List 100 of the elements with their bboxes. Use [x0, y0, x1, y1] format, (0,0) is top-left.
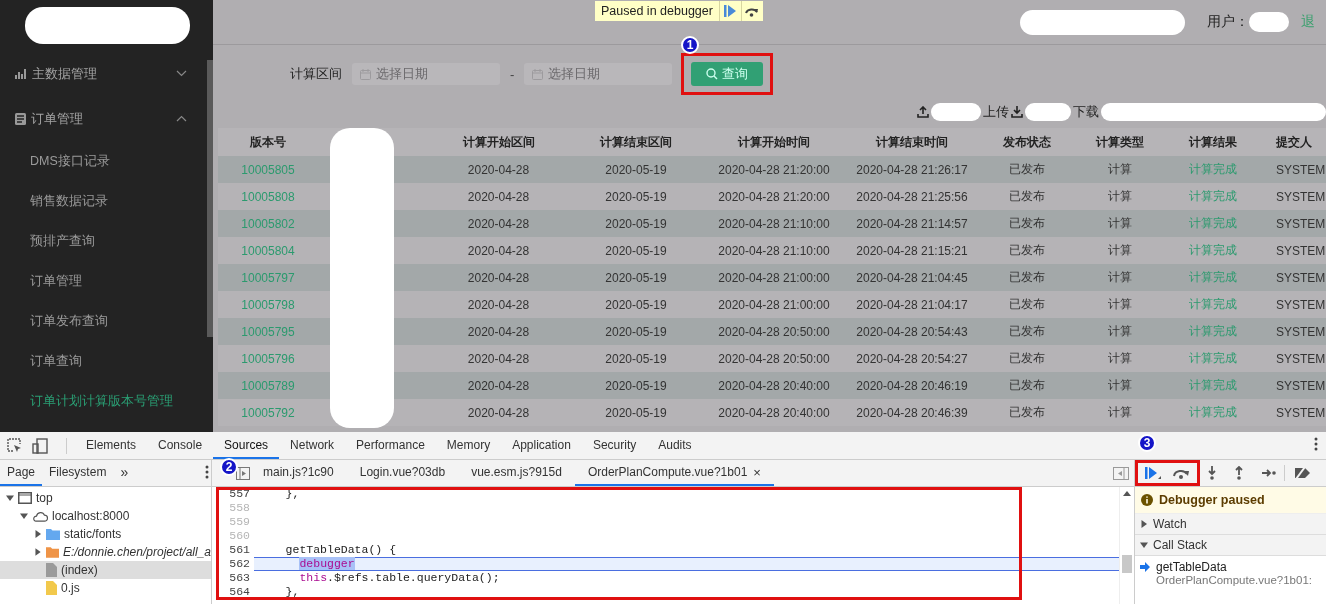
download-link[interactable]: 下载	[1073, 103, 1099, 121]
table-cell: 2020-04-28 21:10:00	[705, 237, 843, 264]
menu-item[interactable]: 销售数据记录	[0, 181, 207, 221]
table-cell: 2020-05-19	[567, 183, 705, 210]
scroll-up-icon[interactable]	[1123, 491, 1131, 496]
user-label: 用户：	[1206, 13, 1249, 31]
file-tab[interactable]: OrderPlanCompute.vue?1b01 ×	[574, 460, 774, 486]
menu-item[interactable]: 订单查询	[0, 341, 207, 381]
menu-item[interactable]: 预排产查询	[0, 221, 207, 261]
tree-item[interactable]: top	[0, 489, 211, 507]
upload-icon[interactable]	[917, 106, 929, 118]
panel-tab[interactable]: Network	[279, 432, 346, 459]
upload-link[interactable]: 上传	[983, 103, 1009, 121]
more-tabs-button[interactable]: »	[113, 460, 136, 486]
navigator-tab[interactable]: Page	[0, 460, 43, 486]
section-header[interactable]: Call Stack	[1135, 535, 1326, 556]
table-cell: 2020-04-28	[430, 345, 567, 372]
step-into-icon[interactable]	[1208, 466, 1216, 480]
panel-tab[interactable]: Memory	[435, 432, 502, 459]
column-header: 计算开始时间	[705, 128, 843, 156]
panel-tab[interactable]: Performance	[345, 432, 436, 459]
expanded-arrow-icon[interactable]	[20, 512, 28, 520]
table-cell: SYSTEM	[1259, 210, 1326, 237]
table-cell: 2020-04-28 21:14:57	[843, 210, 981, 237]
table-cell: 2020-04-28 20:50:00	[705, 318, 843, 345]
panel-tab[interactable]: Audits	[647, 432, 703, 459]
line-number: 559	[228, 515, 251, 529]
menu-item[interactable]: 订单计划计算版本号管理	[0, 381, 207, 421]
inspect-icon[interactable]	[7, 438, 22, 453]
range-separator: -	[510, 66, 515, 82]
collapsed-arrow-icon[interactable]	[1140, 520, 1148, 528]
call-frame[interactable]: getTableData OrderPlanCompute.vue?1b01:	[1135, 556, 1326, 586]
file-tab[interactable]: vue.esm.js?915d	[458, 460, 575, 486]
column-header: 计算开始区间	[430, 128, 567, 156]
column-header: 版本号	[218, 128, 318, 156]
table-cell: 2020-04-28	[430, 318, 567, 345]
menu-item[interactable]: 订单管理	[0, 261, 207, 301]
status-text: 计算完成	[1167, 237, 1259, 264]
panel-tab[interactable]: Elements	[75, 432, 148, 459]
table-cell: 2020-05-19	[567, 264, 705, 291]
table-cell: 2020-04-28 20:40:00	[705, 399, 843, 426]
table-cell: 2020-04-28 21:20:00	[705, 183, 843, 210]
table-cell: SYSTEM	[1259, 291, 1326, 318]
table-cell: 计算	[1073, 264, 1167, 291]
navigator-tab[interactable]: Filesystem	[42, 460, 114, 486]
panel-tab[interactable]: Application	[501, 432, 582, 459]
device-toolbar-icon[interactable]	[32, 437, 48, 454]
table-cell: 计算	[1073, 318, 1167, 345]
file-tab[interactable]: main.js?1c90	[250, 460, 347, 486]
panel-tab[interactable]: Security	[581, 432, 648, 459]
column-header: 计算结束时间	[843, 128, 981, 156]
tree-item[interactable]: localhost:8000	[0, 507, 211, 525]
sidebar-toggle-icon[interactable]	[1113, 466, 1129, 480]
frame-icon	[18, 492, 32, 504]
table-cell: 计算	[1073, 237, 1167, 264]
table-cell: 2020-04-28 20:46:39	[843, 399, 981, 426]
table-cell: 2020-04-28 21:26:17	[843, 156, 981, 183]
resume-icon[interactable]	[1144, 466, 1161, 480]
navigator-toggle-icon[interactable]	[236, 466, 250, 480]
line-number: 564	[228, 585, 251, 599]
folder-icon	[45, 546, 59, 558]
expanded-arrow-icon[interactable]	[1140, 541, 1148, 549]
cloud-icon	[32, 510, 48, 522]
table-cell: 2020-05-19	[567, 345, 705, 372]
menu-item[interactable]: 订单发布查询	[0, 301, 207, 341]
table-cell: 2020-04-28	[430, 264, 567, 291]
table-cell: 2020-04-28 21:10:00	[705, 210, 843, 237]
close-icon[interactable]: ×	[753, 464, 761, 480]
section-header[interactable]: Watch	[1135, 514, 1326, 535]
tree-item[interactable]: static/fonts	[0, 525, 211, 543]
collapsed-arrow-icon[interactable]	[34, 548, 42, 556]
deactivate-breakpoints-icon[interactable]	[1293, 467, 1311, 479]
tree-item[interactable]: (index)	[0, 561, 211, 579]
table-cell: SYSTEM	[1259, 183, 1326, 210]
menu-group[interactable]: 订单管理	[0, 96, 207, 141]
scrollbar-thumb[interactable]	[1122, 555, 1132, 573]
tree-item[interactable]: 0.js	[0, 579, 211, 597]
line-number: 562	[228, 557, 251, 571]
step-out-icon[interactable]	[1235, 466, 1243, 480]
panel-tab[interactable]: Console	[147, 432, 214, 459]
menu-item[interactable]: DMS接口记录	[0, 141, 207, 181]
chevron-down-icon	[176, 70, 187, 77]
tree-item[interactable]: E:/donnie.chen/project/all_a	[0, 543, 211, 561]
table-cell: 计算	[1073, 372, 1167, 399]
table-cell: 已发布	[981, 291, 1073, 318]
redaction-mark	[1025, 103, 1071, 121]
table-cell: SYSTEM	[1259, 372, 1326, 399]
file-tab[interactable]: Login.vue?03db	[346, 460, 459, 486]
status-text: 计算完成	[1167, 210, 1259, 237]
menu-group[interactable]: 主数据管理	[0, 51, 207, 96]
table-cell: 2020-04-28	[430, 210, 567, 237]
redaction-mark	[931, 103, 981, 121]
scrollbar[interactable]	[207, 60, 213, 337]
table-cell: SYSTEM	[1259, 318, 1326, 345]
step-over-icon[interactable]	[1171, 467, 1191, 479]
expanded-arrow-icon[interactable]	[6, 494, 14, 502]
download-icon[interactable]	[1011, 106, 1023, 118]
collapsed-arrow-icon[interactable]	[34, 530, 42, 538]
step-icon[interactable]	[1262, 469, 1276, 477]
line-number: 561	[228, 543, 251, 557]
